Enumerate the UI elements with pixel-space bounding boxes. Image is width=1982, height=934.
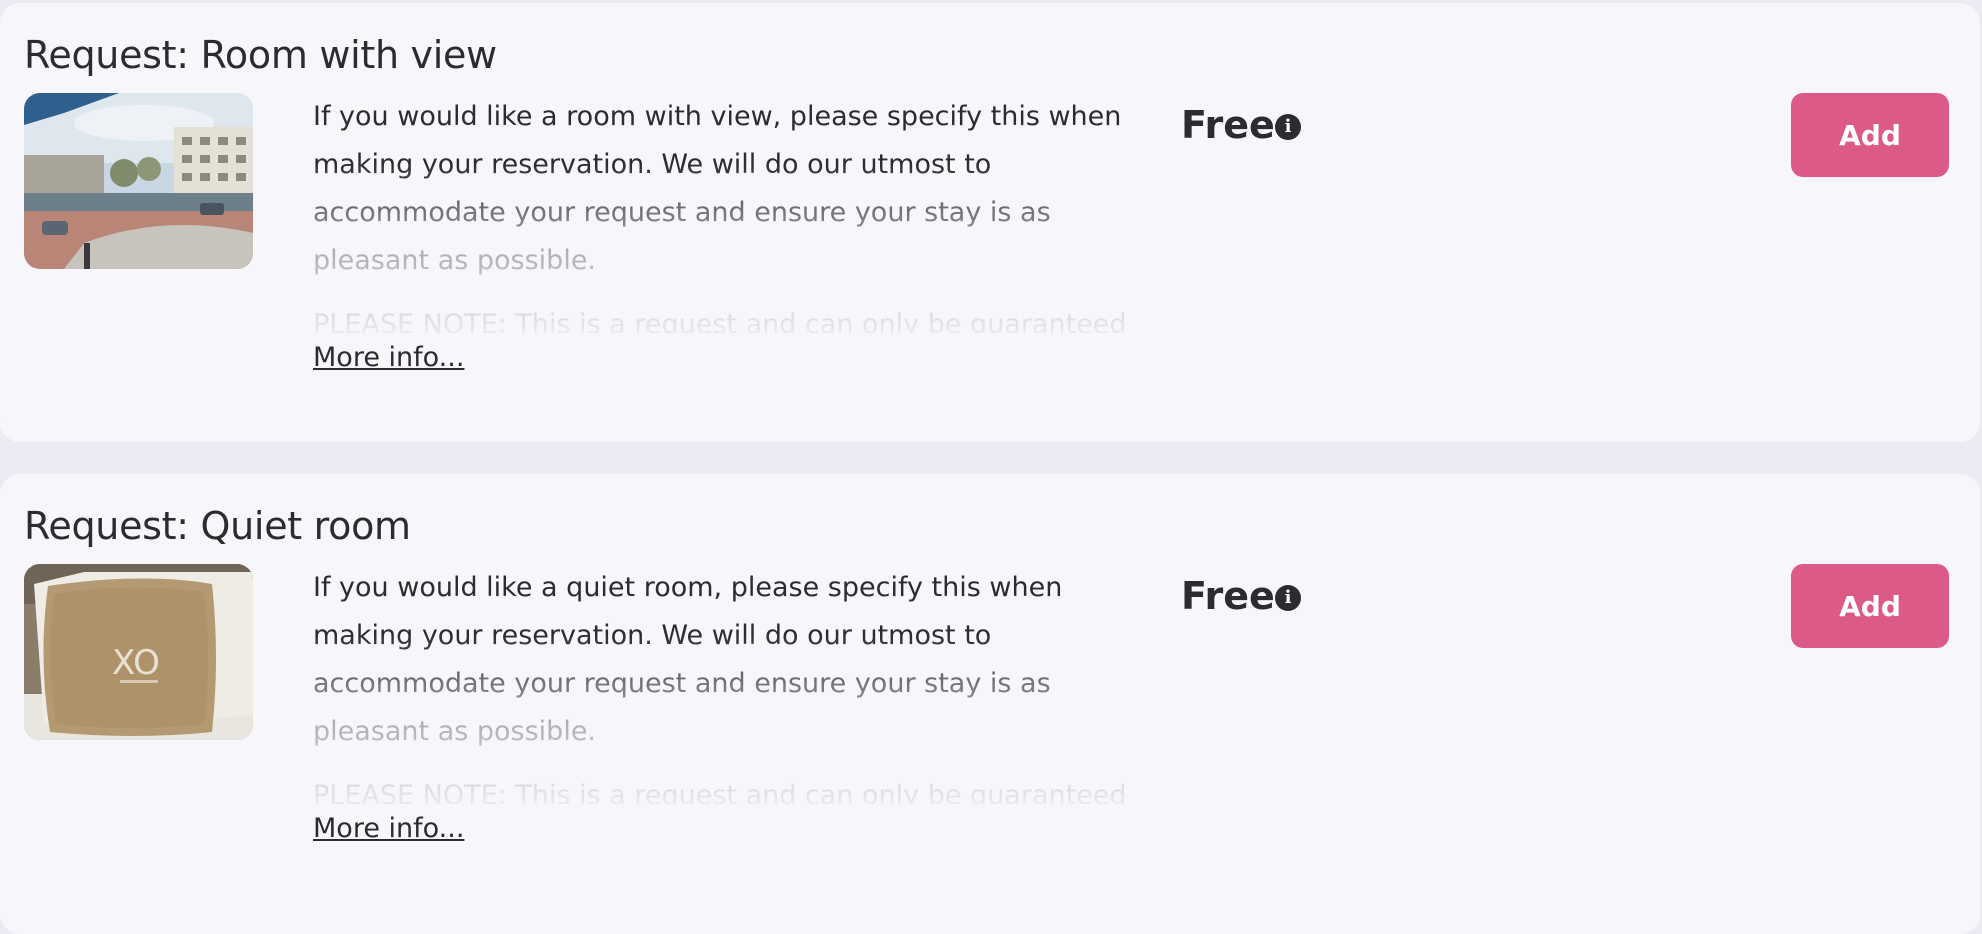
pillow-print: XO	[112, 643, 160, 683]
more-info-link[interactable]: More info...	[313, 813, 464, 844]
more-info-link[interactable]: More info...	[313, 342, 464, 373]
price-label: Free	[1181, 103, 1275, 147]
description-text: If you would like a room with view, plea…	[313, 101, 1122, 276]
price-label: Free	[1181, 574, 1275, 618]
note-text: PLEASE NOTE: This is a request and can o…	[313, 780, 1127, 804]
description-text: If you would like a quiet room, please s…	[313, 572, 1063, 747]
add-button[interactable]: Add	[1791, 564, 1949, 648]
info-circle-icon[interactable]: i	[1275, 114, 1301, 140]
info-circle-icon[interactable]: i	[1275, 585, 1301, 611]
room-view-photo	[24, 93, 253, 269]
request-card-quiet-room: Request: Quiet room XO If you would like…	[0, 474, 1980, 934]
add-button[interactable]: Add	[1791, 93, 1949, 177]
request-title: Request: Room with view	[24, 33, 497, 77]
request-description: If you would like a room with view, plea…	[313, 93, 1133, 333]
request-description: If you would like a quiet room, please s…	[313, 564, 1133, 804]
note-text: PLEASE NOTE: This is a request and can o…	[313, 309, 1127, 333]
request-card-room-with-view: Request: Room with view If you would lik…	[0, 3, 1980, 442]
request-title: Request: Quiet room	[24, 504, 411, 548]
quiet-room-pillow-photo: XO	[24, 564, 253, 740]
